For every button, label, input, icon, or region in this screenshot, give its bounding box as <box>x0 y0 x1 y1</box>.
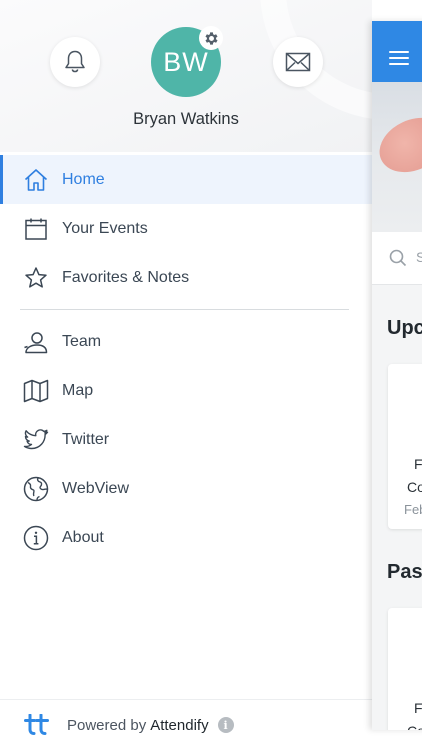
hero-image <box>372 82 422 232</box>
event-card-title: F <box>414 456 422 472</box>
star-icon <box>22 264 50 292</box>
nav-label: About <box>62 528 104 546</box>
map-icon <box>22 377 50 405</box>
nav-item-home[interactable]: Home <box>0 155 372 204</box>
nav-label: WebView <box>62 479 129 497</box>
search-icon <box>389 249 407 267</box>
nav-item-team[interactable]: Team <box>0 317 372 366</box>
bell-icon <box>65 50 85 73</box>
powered-by-text: Powered by <box>67 716 147 734</box>
nav-label: Favorites & Notes <box>62 268 190 286</box>
nav-item-about[interactable]: About <box>0 513 372 562</box>
nav-item-map[interactable]: Map <box>0 366 372 415</box>
gear-icon <box>204 31 218 45</box>
hero-image-shape <box>372 107 422 183</box>
search-bar[interactable]: S <box>372 232 422 285</box>
footer: Powered by Attendify i <box>0 699 372 750</box>
globe-icon <box>22 475 50 503</box>
profile-header: BW Bryan Watkins <box>0 0 372 152</box>
info-icon[interactable]: i <box>217 717 234 733</box>
messages-button[interactable] <box>273 37 323 87</box>
navigation-drawer: BW Bryan Watkins Home Your Events Favori… <box>0 0 372 750</box>
brand-name[interactable]: Attendify <box>150 717 208 734</box>
twitter-icon <box>22 426 50 454</box>
user-name: Bryan Watkins <box>133 110 239 128</box>
app-top-bar <box>372 21 422 82</box>
event-card[interactable]: F Co <box>388 608 422 730</box>
info-icon <box>22 524 50 552</box>
section-title-past: Pas <box>387 561 422 583</box>
main-content-panel[interactable]: S Upc F Co Feb Pas F Co <box>372 21 422 730</box>
nav-item-your-events[interactable]: Your Events <box>0 204 372 253</box>
hamburger-menu-icon[interactable] <box>389 51 409 69</box>
event-card-subtitle: Co <box>407 723 422 730</box>
settings-badge[interactable] <box>199 26 223 50</box>
nav-label: Map <box>62 381 94 399</box>
nav-divider <box>20 309 349 310</box>
event-card[interactable]: F Co Feb <box>388 364 422 529</box>
event-card-title: F <box>414 700 422 716</box>
person-icon <box>22 328 50 356</box>
search-placeholder: S <box>416 249 422 265</box>
nav-menu: Home Your Events Favorites & Notes Team <box>0 155 372 562</box>
calendar-icon <box>22 215 50 243</box>
event-card-date: Feb <box>404 502 422 517</box>
mail-icon <box>285 52 311 72</box>
attendify-logo-icon[interactable] <box>24 714 50 736</box>
home-icon <box>22 166 50 194</box>
nav-label: Your Events <box>62 219 148 237</box>
nav-item-favorites-notes[interactable]: Favorites & Notes <box>0 253 372 302</box>
nav-label: Twitter <box>62 430 110 448</box>
nav-item-twitter[interactable]: Twitter <box>0 415 372 464</box>
notifications-button[interactable] <box>50 37 100 87</box>
nav-label: Team <box>62 332 102 350</box>
nav-item-webview[interactable]: WebView <box>0 464 372 513</box>
nav-label: Home <box>62 170 105 188</box>
event-card-subtitle: Co <box>407 479 422 495</box>
section-title-upcoming: Upc <box>387 317 422 339</box>
